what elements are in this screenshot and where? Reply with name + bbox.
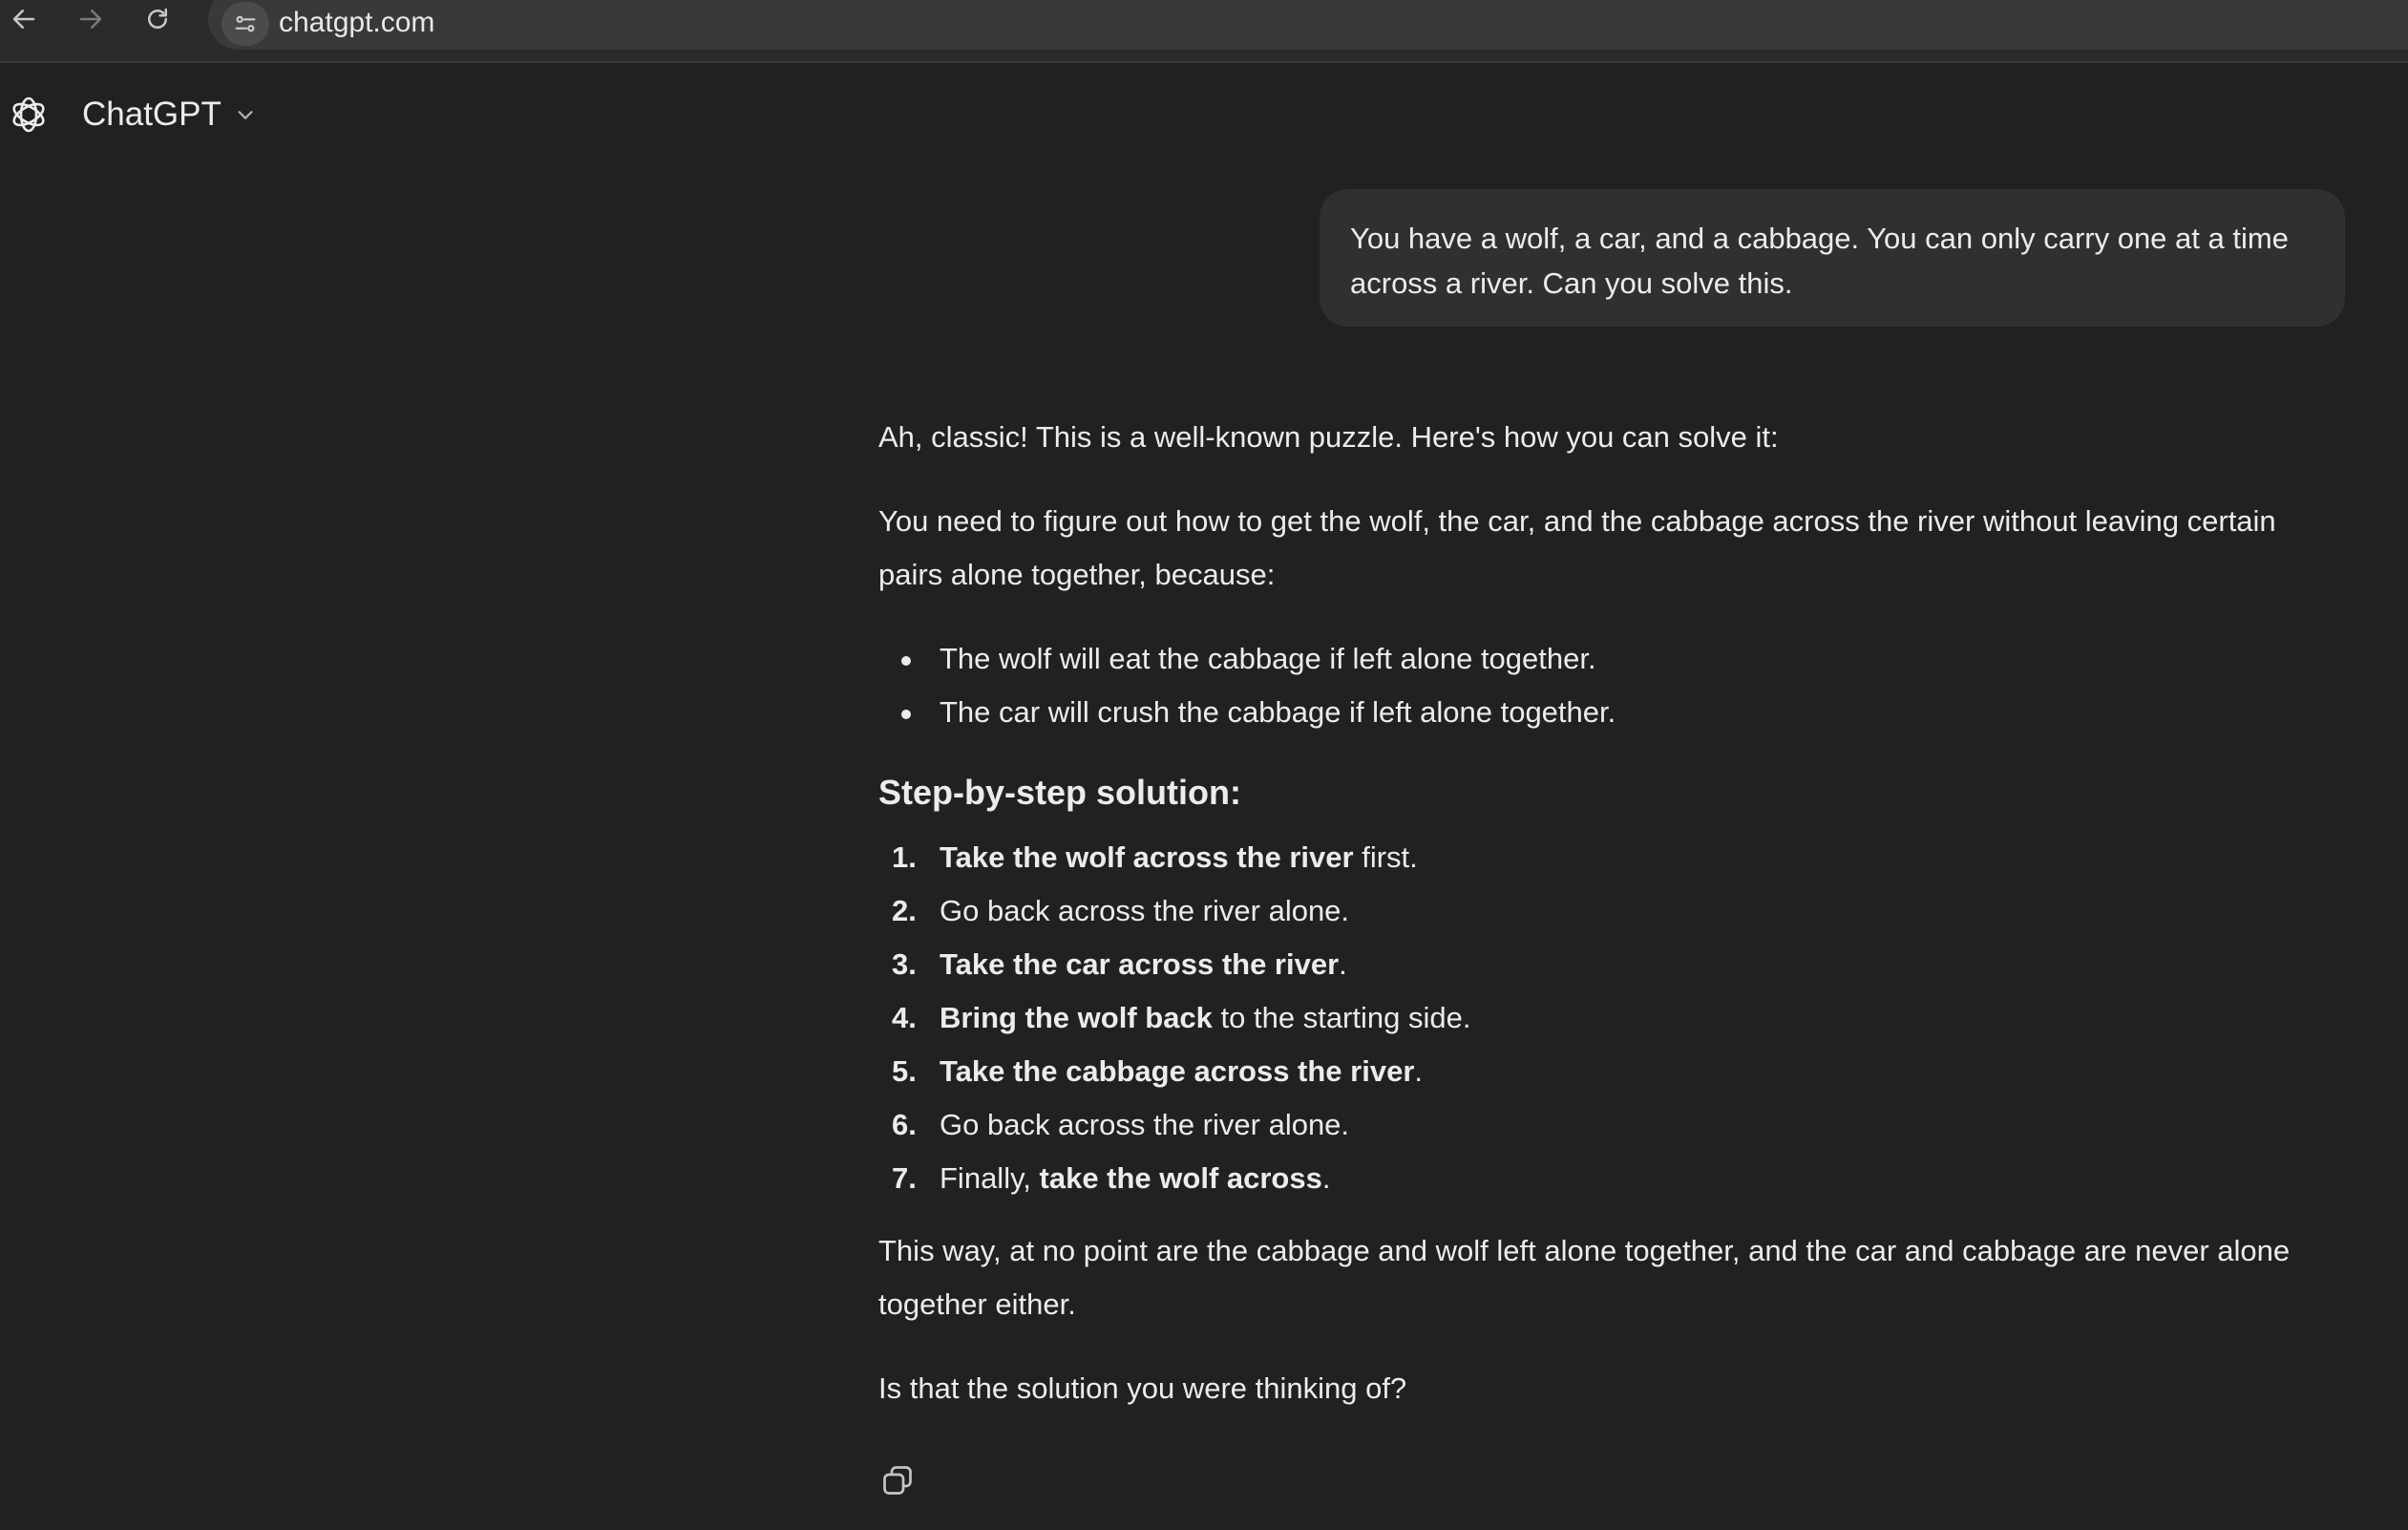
user-message: You have a wolf, a car, and a cabbage. Y… (1320, 189, 2345, 327)
step-number: 2. (892, 894, 917, 927)
step-text: Finally, (940, 1161, 1040, 1195)
constraint-list: The wolf will eat the cabbage if left al… (878, 632, 2311, 739)
step-text: Go back across the river alone. (940, 894, 1350, 927)
list-item: The wolf will eat the cabbage if left al… (878, 632, 2311, 686)
assistant-intro: Ah, classic! This is a well-known puzzle… (878, 420, 1779, 454)
reload-button[interactable] (134, 0, 181, 38)
openai-logo-icon (12, 96, 45, 133)
step-number: 4. (892, 1001, 917, 1034)
assistant-conclusion: This way, at no point are the cabbage an… (878, 1234, 2291, 1321)
assistant-question: Is that the solution you were thinking o… (878, 1371, 1407, 1405)
step-item: 1. Take the wolf across the river first. (878, 831, 2311, 884)
step-bold-text: Bring the wolf back (940, 1001, 1213, 1034)
bullet-dot (901, 656, 911, 666)
chevron-down-icon (238, 111, 253, 119)
step-item: 4. Bring the wolf back to the starting si… (878, 991, 2311, 1045)
address-bar[interactable]: chatgpt.com (208, 0, 2408, 50)
user-message-text: You have a wolf, a car, and a cabbage. Y… (1350, 222, 2289, 300)
reload-icon (148, 8, 167, 29)
assistant-message: Ah, classic! This is a well-known puzzle… (878, 411, 2311, 1446)
step-text-after: . (1339, 947, 1347, 981)
list-item-text: The car will crush the cabbage if left a… (940, 695, 1616, 729)
site-info-icon (235, 15, 256, 32)
step-text-after: first. (1353, 840, 1418, 874)
list-item-text: The wolf will eat the cabbage if left al… (940, 642, 1596, 675)
site-info-button[interactable] (222, 2, 269, 46)
step-bold-text: Take the car across the river (940, 947, 1340, 981)
step-item: 7. Finally, take the wolf across. (878, 1152, 2311, 1205)
step-bold-text: Take the wolf across the river (940, 840, 1354, 874)
bullet-dot (901, 710, 911, 719)
copy-icon (883, 1466, 912, 1495)
url-text[interactable]: chatgpt.com (279, 6, 434, 40)
section-heading: Step-by-step solution: (878, 773, 1241, 812)
step-text-after: . (1321, 1161, 1331, 1195)
solution-steps: 1. Take the wolf across the river first. … (878, 831, 2311, 1205)
list-item: The car will crush the cabbage if left a… (878, 686, 2311, 739)
model-name: ChatGPT (82, 96, 222, 133)
step-item: 2. Go back across the river alone. (878, 884, 2311, 938)
step-number: 1. (892, 840, 917, 874)
browser-toolbar: chatgpt.com (0, 0, 2408, 63)
step-bold-text: Take the cabbage across the river (940, 1054, 1415, 1088)
step-item: 5. Take the cabbage across the river. (878, 1045, 2311, 1098)
step-number: 6. (892, 1108, 917, 1141)
model-selector[interactable]: ChatGPT (73, 86, 265, 143)
forward-arrow-icon (79, 10, 102, 29)
copy-button[interactable] (877, 1459, 919, 1501)
assistant-paragraph: You need to figure out how to get the wo… (878, 504, 2276, 591)
step-text-after: to the starting side. (1212, 1001, 1471, 1034)
step-item: 6. Go back across the river alone. (878, 1098, 2311, 1152)
step-text-after: . (1414, 1054, 1424, 1088)
step-number: 5. (892, 1054, 917, 1088)
step-number: 3. (892, 947, 917, 981)
step-item: 3. Take the car across the river. (878, 938, 2311, 991)
step-bold-text: take the wolf across (1039, 1161, 1322, 1195)
step-text: Go back across the river alone. (940, 1108, 1350, 1141)
app-header: ChatGPT (0, 86, 382, 143)
forward-button[interactable] (67, 0, 115, 38)
back-arrow-icon (12, 10, 35, 29)
step-number: 7. (892, 1161, 917, 1195)
back-button[interactable] (0, 0, 48, 38)
